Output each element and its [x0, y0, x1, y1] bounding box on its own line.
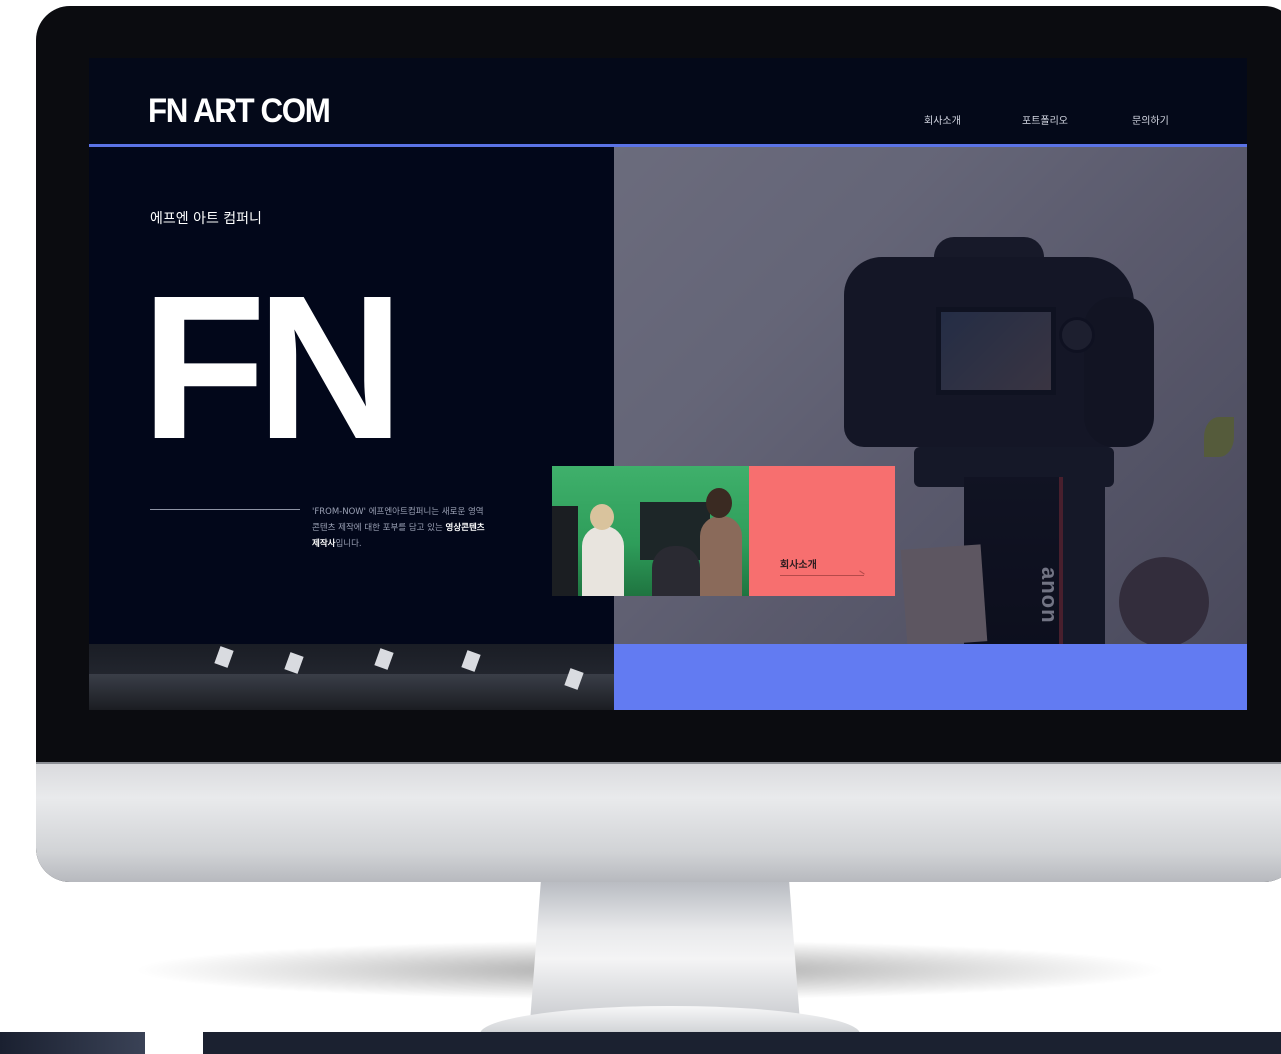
- person-head: [590, 504, 614, 530]
- hero-subtitle: 에프엔 아트 컴퍼니: [150, 211, 262, 227]
- stage-light: [214, 646, 234, 668]
- arrow-right-icon: [859, 570, 865, 575]
- person-dark: [652, 546, 700, 596]
- hero-divider: [150, 509, 300, 510]
- stage-light: [374, 648, 394, 670]
- nav-item-portfolio[interactable]: 포트폴리오: [1022, 112, 1068, 127]
- greenscreen-studio-photo[interactable]: [552, 466, 749, 596]
- imac-monitor: FN ART COM 회사소개 포트폴리오 문의하기 에프엔 아트 컴퍼니 FN…: [36, 6, 1281, 882]
- monitor-stand-neck: [530, 882, 800, 1022]
- nav-item-about[interactable]: 회사소개: [924, 112, 961, 127]
- person-head: [706, 488, 732, 518]
- studio-equipment: [552, 506, 578, 596]
- bottom-accent-band: [614, 644, 1247, 710]
- site-logo[interactable]: FN ART COM: [148, 92, 331, 131]
- description-line1: 'FROM-NOW' 에프엔아트컴퍼니는 새로운 영역: [312, 507, 484, 517]
- desk-gap: [145, 1032, 203, 1054]
- hero-description: 'FROM-NOW' 에프엔아트컴퍼니는 새로운 영역 콘텐츠 제작에 대한 포…: [312, 504, 547, 552]
- description-line2: 콘텐츠 제작에 대한 포부를 담고 있는: [312, 523, 446, 533]
- stage-light: [461, 650, 481, 672]
- desk-shade: [0, 1032, 145, 1054]
- person-white-shirt: [582, 526, 624, 596]
- background-desk-strip: [0, 1032, 1281, 1054]
- nav-item-contact[interactable]: 문의하기: [1132, 112, 1169, 127]
- bottom-stage-photo: [89, 644, 614, 710]
- person-right: [700, 516, 742, 596]
- description-line3-bold: 제작사: [312, 539, 336, 549]
- monitor-chin: [36, 762, 1281, 882]
- about-card-label: 회사소개: [780, 560, 817, 571]
- description-line3: 입니다.: [335, 539, 362, 549]
- about-card-button[interactable]: 회사소개: [749, 466, 895, 596]
- stage-light: [284, 652, 304, 674]
- description-bold: 영상콘텐츠: [445, 523, 485, 533]
- hero-big-text: FN: [141, 253, 404, 482]
- monitor-chin-edge: [36, 762, 1281, 764]
- top-navigation: FN ART COM 회사소개 포트폴리오 문의하기: [89, 58, 1247, 146]
- website-screen: FN ART COM 회사소개 포트폴리오 문의하기 에프엔 아트 컴퍼니 FN…: [89, 58, 1247, 710]
- about-card-arrow-line: [780, 575, 864, 576]
- stage-floor: [89, 674, 614, 710]
